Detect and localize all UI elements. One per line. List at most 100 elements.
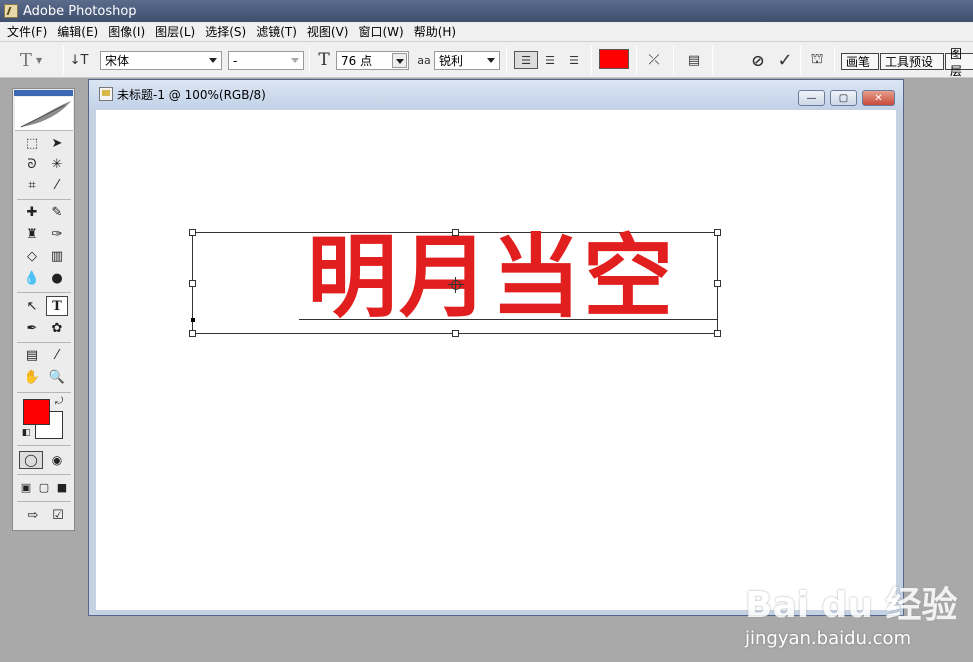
character-palette-icon[interactable]: ▤ bbox=[683, 50, 705, 70]
standard-screen-mode-icon[interactable]: ▣ bbox=[17, 478, 35, 496]
jump-to-imageready-icon[interactable]: ⇨ bbox=[21, 505, 45, 525]
magic-wand-tool-icon[interactable]: ✳ bbox=[46, 154, 68, 174]
text-bounding-box[interactable]: 明月当空 bbox=[189, 228, 721, 337]
chevron-down-icon bbox=[487, 58, 495, 63]
crop-tool-icon[interactable]: ⌗ bbox=[21, 175, 43, 195]
font-family-select[interactable]: 宋体 bbox=[100, 51, 222, 70]
antialias-select[interactable]: 锐利 bbox=[434, 51, 500, 70]
document-title: 未标题-1 @ 100%(RGB/8) bbox=[117, 87, 266, 102]
clone-stamp-tool-icon[interactable]: ♜ bbox=[21, 224, 43, 244]
canvas-text-layer[interactable]: 明月当空 bbox=[307, 228, 675, 328]
align-left-icon[interactable]: ☰ bbox=[514, 51, 538, 69]
menu-file[interactable]: 文件(F) bbox=[2, 23, 52, 40]
marquee-tool-icon[interactable]: ⬚ bbox=[21, 133, 43, 153]
transform-handle-bottom-center[interactable] bbox=[452, 330, 459, 337]
document-canvas[interactable]: 明月当空 bbox=[96, 110, 896, 610]
menu-layer[interactable]: 图层(L) bbox=[150, 23, 200, 40]
warp-text-icon[interactable]: ⤫ bbox=[643, 50, 665, 70]
full-screen-menu-mode-icon[interactable]: ▢ bbox=[35, 478, 53, 496]
checklist-icon[interactable]: ☑ bbox=[47, 505, 69, 525]
menu-filter[interactable]: 滤镜(T) bbox=[251, 23, 302, 40]
standard-mode-icon[interactable]: ◯ bbox=[19, 451, 43, 469]
divider bbox=[506, 46, 507, 74]
chevron-down-icon bbox=[392, 53, 407, 68]
transform-handle-top-right[interactable] bbox=[714, 229, 721, 236]
tools-palette: ⬚ ➤ ᘐ ✳ ⌗ ⁄ ✚ ✎ ♜ ✑ ◇ ▥ 💧 ● ↖ T ✒ ✿ ▤ ⁄ … bbox=[12, 88, 75, 531]
text-color-swatch[interactable] bbox=[599, 49, 629, 69]
divider bbox=[17, 199, 71, 200]
antialias-value: 锐利 bbox=[439, 54, 464, 68]
app-titlebar: Adobe Photoshop bbox=[0, 0, 973, 22]
type-tool-icon[interactable]: T bbox=[46, 296, 68, 316]
document-window: 未标题-1 @ 100%(RGB/8) — ▢ ✕ 明月当空 bbox=[88, 79, 904, 616]
pen-tool-icon[interactable]: ✒ bbox=[21, 318, 43, 338]
minimize-button[interactable]: — bbox=[798, 90, 825, 106]
align-center-icon[interactable]: ☰ bbox=[539, 50, 561, 70]
blur-tool-icon[interactable]: 💧 bbox=[21, 268, 43, 288]
font-size-value: 76 点 bbox=[341, 54, 373, 68]
path-selection-tool-icon[interactable]: ↖ bbox=[21, 296, 43, 316]
tools-palette-header[interactable] bbox=[14, 90, 73, 96]
swap-colors-icon[interactable]: ⤾ bbox=[52, 394, 66, 408]
transform-handle-top-center[interactable] bbox=[452, 229, 459, 236]
chevron-down-icon bbox=[291, 58, 299, 63]
gradient-tool-icon[interactable]: ▥ bbox=[46, 246, 68, 266]
font-size-select[interactable]: 76 点 bbox=[336, 51, 409, 70]
tab-tool-presets[interactable]: 工具预设 bbox=[880, 53, 944, 70]
zoom-tool-icon[interactable]: 🔍 bbox=[46, 367, 68, 387]
commit-checkmark-icon[interactable]: ✓ bbox=[774, 50, 796, 71]
close-button[interactable]: ✕ bbox=[862, 90, 895, 106]
maximize-button[interactable]: ▢ bbox=[830, 90, 857, 106]
text-orientation-toggle-icon[interactable]: ↓T bbox=[68, 50, 90, 70]
tool-preset-picker[interactable]: T ▼ bbox=[19, 49, 43, 71]
foreground-color-swatch[interactable] bbox=[23, 399, 50, 425]
full-screen-mode-icon[interactable]: ■ bbox=[53, 478, 71, 496]
transform-handle-middle-left[interactable] bbox=[189, 280, 196, 287]
tab-brushes[interactable]: 画笔 bbox=[841, 53, 879, 70]
divider bbox=[591, 46, 592, 74]
transform-handle-top-left[interactable] bbox=[189, 229, 196, 236]
default-colors-icon[interactable]: ◧ bbox=[20, 427, 32, 439]
menu-select[interactable]: 选择(S) bbox=[200, 23, 251, 40]
move-tool-icon[interactable]: ➤ bbox=[46, 133, 68, 153]
menu-view[interactable]: 视图(V) bbox=[302, 23, 354, 40]
custom-shape-tool-icon[interactable]: ✿ bbox=[46, 318, 68, 338]
transform-handle-bottom-left[interactable] bbox=[189, 330, 196, 337]
baidu-jingyan-watermark: Bai du 经验 jingyan.baidu.com bbox=[745, 576, 958, 649]
menu-edit[interactable]: 编辑(E) bbox=[52, 23, 103, 40]
text-tool-preset-icon: T bbox=[19, 49, 32, 71]
menu-image[interactable]: 图像(I) bbox=[103, 23, 150, 40]
hand-tool-icon[interactable]: ✋ bbox=[21, 367, 43, 387]
document-titlebar[interactable]: 未标题-1 @ 100%(RGB/8) bbox=[89, 80, 903, 108]
align-right-icon[interactable]: ☰ bbox=[563, 50, 585, 70]
divider bbox=[673, 46, 674, 74]
eyedropper-tool-icon[interactable]: ⁄ bbox=[46, 345, 68, 365]
transform-handle-bottom-right[interactable] bbox=[714, 330, 721, 337]
divider bbox=[17, 292, 71, 293]
brush-tool-icon[interactable]: ✎ bbox=[46, 202, 68, 222]
photoshop-app-icon bbox=[4, 4, 18, 18]
menu-window[interactable]: 窗口(W) bbox=[353, 23, 408, 40]
history-brush-tool-icon[interactable]: ✑ bbox=[46, 224, 68, 244]
tab-layers[interactable]: 图层 bbox=[945, 47, 973, 78]
dodge-tool-icon[interactable]: ● bbox=[46, 268, 68, 288]
menu-help[interactable]: 帮助(H) bbox=[409, 23, 461, 40]
notes-tool-icon[interactable]: ▤ bbox=[21, 345, 43, 365]
cancel-icon[interactable]: ⊘ bbox=[747, 50, 769, 70]
divider bbox=[17, 445, 71, 446]
transform-center-icon[interactable] bbox=[448, 277, 464, 293]
slice-tool-icon[interactable]: ⁄ bbox=[46, 175, 68, 195]
transform-handle-middle-right[interactable] bbox=[714, 280, 721, 287]
divider bbox=[712, 46, 713, 74]
eraser-tool-icon[interactable]: ◇ bbox=[21, 246, 43, 266]
font-style-select[interactable]: - bbox=[228, 51, 304, 70]
photoshop-feather-logo[interactable] bbox=[15, 97, 73, 131]
text-insertion-point bbox=[191, 318, 195, 322]
watermark-logo: Bai du 经验 bbox=[745, 585, 958, 626]
chevron-down-icon: ▼ bbox=[35, 55, 43, 65]
lasso-tool-icon[interactable]: ᘐ bbox=[21, 154, 43, 174]
divider bbox=[636, 46, 637, 74]
quick-mask-mode-icon[interactable]: ◉ bbox=[45, 451, 69, 469]
palette-well-icon[interactable]: ⛫ bbox=[806, 50, 828, 70]
healing-brush-tool-icon[interactable]: ✚ bbox=[21, 202, 43, 222]
